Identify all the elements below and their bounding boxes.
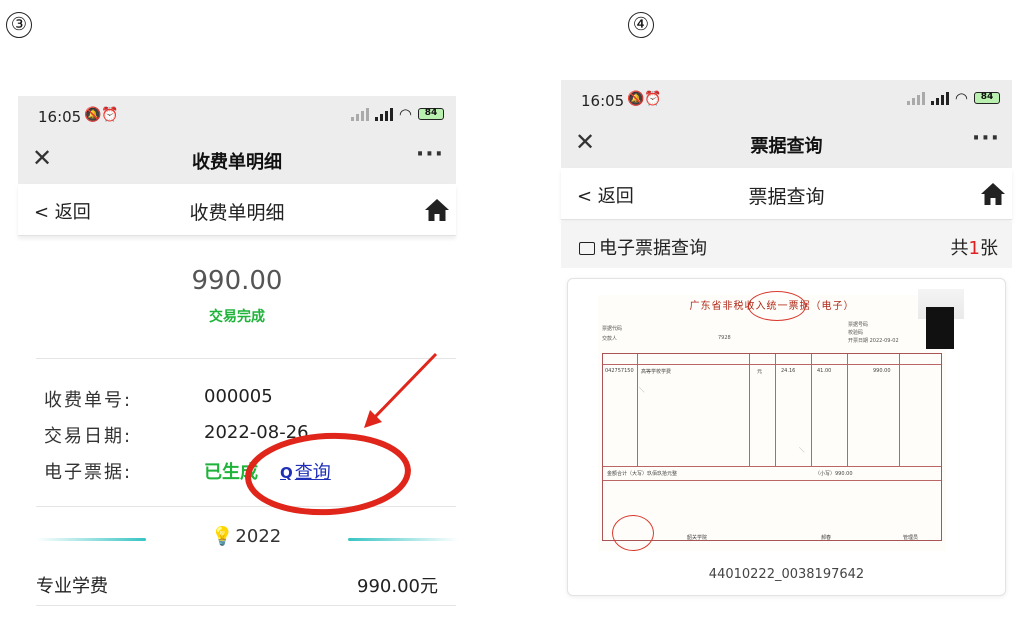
wifi-icon: ◠ [398, 105, 412, 123]
nav-title: 收费单明细 [189, 202, 285, 224]
search-icon: Q [280, 464, 293, 482]
invoice-item-code: 042757150 [605, 368, 634, 374]
table-line [603, 364, 941, 365]
fee-item-name: 专业学费 [36, 576, 108, 597]
divider [36, 506, 456, 507]
table-line [603, 466, 941, 467]
invoice-item-name: 高等学校学费 [641, 369, 672, 375]
signal-hd-icon [374, 107, 393, 121]
lightbulb-icon: 💡 [211, 526, 234, 547]
signal-icon [350, 107, 369, 121]
left-phone-screen: 16:05 🔕⏰ ◠ 84 ✕ 收费单明细 ··· < 返回 收费单明细 990… [18, 96, 458, 624]
invoice-title: 广东省非税收入统一票据（电子） [689, 301, 855, 312]
signal-area: ◠ 84 [906, 89, 1000, 107]
nav-title: 票据查询 [748, 186, 825, 208]
invoice-meta-date: 开票日期 2022-09-02 [848, 338, 899, 344]
table-line [749, 354, 750, 466]
section-label: 电子票据查询 [579, 234, 707, 260]
table-line [603, 480, 941, 481]
table-line [847, 354, 848, 466]
receipt-number-label: 收费单号: [44, 390, 133, 411]
right-phone-screen: 16:05 🔕⏰ ◠ 84 ✕ 票据查询 ··· < 返回 票据查询 电子票据查… [561, 80, 1012, 600]
section-header: 电子票据查询 共1张 [561, 222, 1012, 268]
decor-line-left [36, 538, 146, 541]
fee-item-row[interactable]: 专业学费 990.00元 [36, 558, 456, 606]
count-value: 1 [968, 238, 980, 259]
status-bar: 16:05 🔕⏰ ◠ 84 [18, 96, 456, 136]
invoice-payee: 韶关学院 [687, 535, 708, 541]
trade-date-value: 2022-08-26 [204, 422, 309, 443]
home-icon[interactable] [980, 181, 1006, 207]
title-bar: ✕ 收费单明细 ··· [18, 136, 456, 184]
trade-status: 交易完成 [209, 309, 265, 325]
count-prefix: 共 [950, 238, 969, 259]
window-title: 收费单明细 [192, 152, 282, 173]
more-menu-icon[interactable]: ··· [972, 126, 1000, 151]
step-number-3: ③ [6, 12, 32, 38]
signal-area: ◠ 84 [350, 105, 444, 123]
alarm-icon: 🔕⏰ [84, 107, 119, 123]
status-time: 16:05 [38, 108, 82, 126]
nav-bar: < 返回 收费单明细 [18, 184, 456, 236]
query-label: 查询 [294, 462, 331, 483]
invoice-image[interactable]: 广东省非税收入统一票据（电子） 票据代码 交款人 7928 票据号码 校验码 开… [598, 291, 946, 551]
status-time: 16:05 [581, 92, 625, 110]
e-receipt-status: 已生成 [204, 462, 258, 483]
invoice-item-qty: 24.16 [781, 368, 796, 374]
step-number-4: ④ [628, 12, 654, 38]
home-icon[interactable] [424, 197, 450, 223]
table-line [775, 354, 776, 466]
year-value: 2022 [235, 526, 282, 547]
invoice-meta-number: 票据号码 [848, 322, 869, 328]
signal-hd-icon [930, 91, 949, 105]
table-line [899, 354, 900, 466]
invoice-item-price: 41.00 [817, 368, 832, 374]
e-receipt-label: 电子票据: [44, 462, 133, 483]
invoice-meta-payer: 交款人 [602, 336, 618, 342]
year-header: 💡 2022 [36, 526, 458, 554]
invoice-checker: 郝春 [821, 535, 832, 541]
section-label-text: 电子票据查询 [599, 238, 707, 259]
title-bar: ✕ 票据查询 ··· [561, 120, 1012, 168]
trade-date-label: 交易日期: [44, 426, 133, 447]
invoice-total-small: （小写）990.00 [815, 471, 853, 477]
invoice-number-caption: 44010222_0038197642 [708, 567, 865, 582]
table-line [811, 354, 812, 466]
query-receipt-link[interactable]: Q 查询 [280, 458, 331, 484]
alarm-icon: 🔕⏰ [627, 91, 662, 107]
signal-icon [906, 91, 925, 105]
count-suffix: 张 [980, 238, 998, 259]
invoice-issuer: 管理员 [903, 535, 919, 541]
divider [36, 358, 456, 359]
invoice-item-amount: 990.00 [873, 368, 891, 374]
window-title: 票据查询 [750, 136, 823, 157]
table-line [637, 354, 638, 466]
status-bar: 16:05 🔕⏰ ◠ 84 [561, 80, 1012, 120]
receipt-number-value: 000005 [204, 386, 273, 407]
battery-icon: 84 [418, 108, 444, 120]
battery-icon: 84 [974, 92, 1000, 104]
nav-bar: < 返回 票据查询 [561, 168, 1012, 220]
more-menu-icon[interactable]: ··· [416, 142, 444, 167]
image-icon [579, 242, 595, 255]
invoice-code-digits: 7928 [718, 335, 731, 341]
invoice-item-unit: 元 [757, 369, 763, 375]
decor-line-right [348, 538, 458, 541]
invoice-table: 042757150 高等学校学费 元 24.16 41.00 990.00 金额… [602, 353, 942, 541]
receipt-card[interactable]: 广东省非税收入统一票据（电子） 票据代码 交款人 7928 票据号码 校验码 开… [567, 278, 1006, 596]
invoice-meta-code: 票据代码 [602, 326, 623, 332]
fee-item-amount: 990.00元 [357, 576, 438, 597]
wifi-icon: ◠ [954, 89, 968, 107]
receipt-count: 共1张 [951, 234, 998, 260]
seal-stamp-bottom [612, 515, 654, 551]
qr-code [926, 307, 954, 349]
amount-value: 990.00 [191, 266, 283, 296]
year-label: 💡 2022 [211, 526, 281, 547]
invoice-total-label: 金额合计（大写）玖佰玖拾元整 [607, 471, 678, 477]
invoice-meta-check: 校验码 [848, 330, 864, 336]
